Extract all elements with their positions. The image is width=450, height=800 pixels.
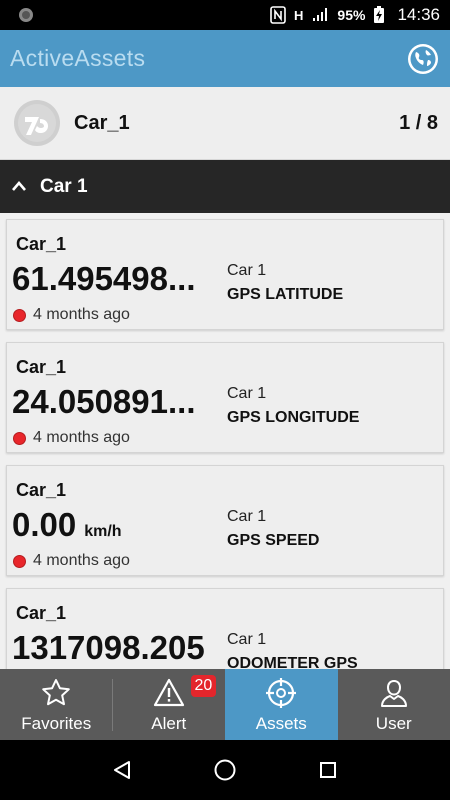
crosshair-icon	[266, 678, 297, 708]
card-value-text: 61.495498...	[12, 260, 196, 297]
signal-icon	[311, 7, 329, 23]
app-title: ActiveAssets	[10, 45, 146, 71]
nav-label: User	[375, 714, 412, 733]
parameter-card[interactable]: Car_1 24.050891... 4 months ago Car 1 GP…	[6, 342, 444, 453]
card-parameter: GPS LONGITUDE	[227, 409, 360, 426]
card-timestamp: 4 months ago	[13, 429, 130, 447]
status-bar: H 95% 14:36	[0, 0, 450, 30]
status-dot-icon	[13, 554, 26, 568]
asset-name: Car_1	[74, 111, 130, 134]
group-label: Car 1	[40, 175, 88, 197]
battery-percent: 95%	[337, 7, 366, 23]
parameter-card[interactable]: Car_1 61.495498... 4 months ago Car 1 GP…	[6, 219, 444, 330]
card-value-text: 1317098.205	[12, 629, 205, 666]
nav-label: Alert	[151, 714, 187, 733]
notification-icon	[18, 7, 34, 23]
card-unit: km/h	[84, 523, 122, 540]
card-value-text: 24.050891...	[12, 383, 196, 420]
card-time-text: 4 months ago	[33, 306, 130, 323]
recents-icon[interactable]	[313, 755, 343, 785]
card-title: Car_1	[16, 480, 67, 500]
status-time: 14:36	[397, 5, 440, 24]
warning-icon	[153, 678, 184, 707]
nfc-icon	[270, 6, 286, 24]
card-group: Car 1	[227, 262, 267, 279]
app-bar: ActiveAssets	[0, 30, 450, 87]
card-timestamp: 4 months ago	[13, 306, 130, 324]
nav-assets[interactable]: Assets	[225, 669, 338, 740]
asset-pager: 1 / 8	[399, 111, 438, 134]
card-title: Car_1	[16, 357, 67, 377]
battery-charging-icon	[373, 6, 385, 24]
nav-user[interactable]: User	[338, 669, 450, 740]
card-group: Car 1	[227, 385, 267, 402]
card-timestamp: 4 months ago	[13, 552, 130, 570]
asset-header[interactable]: Car_1 1 / 8	[0, 87, 450, 160]
card-time-text: 4 months ago	[33, 552, 130, 569]
user-icon	[380, 679, 407, 707]
nav-label: Favorites	[21, 714, 92, 733]
card-value: 61.495498...	[12, 260, 217, 298]
nav-label: Assets	[255, 714, 307, 733]
card-value: 24.050891...	[12, 383, 217, 421]
globe-icon[interactable]	[406, 42, 440, 76]
status-dot-icon	[13, 308, 26, 322]
group-header[interactable]: Car 1	[0, 160, 450, 213]
home-icon[interactable]	[210, 755, 240, 785]
back-icon[interactable]	[107, 755, 137, 785]
parameter-card[interactable]: Car_1 0.00 km/h 4 months ago Car 1 GPS SP…	[6, 465, 444, 576]
card-value-text: 0.00	[12, 506, 77, 543]
card-parameter: GPS LATITUDE	[227, 286, 344, 303]
card-group: Car 1	[227, 631, 267, 648]
card-group: Car 1	[227, 508, 267, 525]
alert-count-badge: 20	[190, 675, 217, 697]
network-type-label: H	[294, 7, 304, 23]
star-icon	[42, 679, 71, 706]
card-value: 0.00 km/h	[12, 506, 217, 544]
nav-alert[interactable]: 20 Alert	[113, 669, 226, 740]
nav-favorites[interactable]: Favorites	[0, 669, 113, 740]
chevron-up-icon	[12, 175, 26, 196]
parameter-list[interactable]: Car_1 61.495498... 4 months ago Car 1 GP…	[0, 213, 450, 669]
system-nav-bar	[0, 740, 450, 800]
card-value: 1317098.205	[12, 629, 217, 667]
card-time-text: 4 months ago	[33, 429, 130, 446]
bottom-nav: Favorites 20 Alert Assets User	[0, 669, 450, 740]
card-title: Car_1	[16, 234, 67, 254]
card-parameter: ODOMETER GPS	[227, 655, 358, 669]
card-title: Car_1	[16, 603, 67, 623]
card-parameter: GPS SPEED	[227, 532, 320, 549]
asset-logo-icon	[14, 100, 60, 146]
status-dot-icon	[13, 431, 26, 445]
parameter-card[interactable]: Car_1 1317098.205 Car 1 ODOMETER GPS	[6, 588, 444, 669]
